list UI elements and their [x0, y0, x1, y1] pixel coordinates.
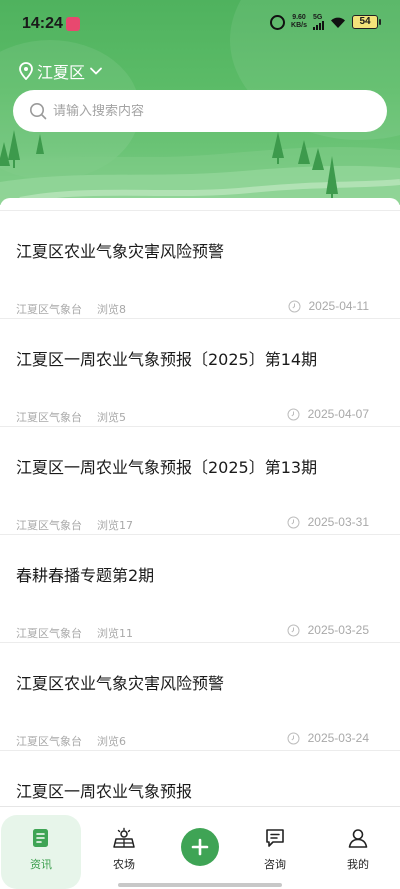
wifi-icon: [331, 17, 345, 28]
list-item[interactable]: 江夏区农业气象灾害风险预警 江夏区气象台 浏览8 2025-04-11: [0, 210, 400, 318]
landscape-illustration: [0, 130, 400, 205]
list-item[interactable]: 江夏区一周农业气象预报〔2025〕第13期 江夏区气象台 浏览17 2025-0…: [0, 426, 400, 534]
clock-icon: [287, 516, 300, 528]
tab-label: 资讯: [30, 858, 52, 871]
date-text: 2025-03-25: [307, 623, 369, 637]
clock-icon: [287, 732, 300, 744]
location-pin-icon: [19, 62, 33, 80]
list-item[interactable]: 江夏区农业气象灾害风险预警 江夏区气象台 浏览6 2025-03-24: [0, 642, 400, 750]
add-button[interactable]: [181, 828, 219, 866]
date-text: 2025-04-07: [307, 407, 369, 421]
header-banner: 14:24 9.60 KB/s 5G 54 江夏区: [0, 0, 400, 205]
farm-icon: [113, 827, 135, 848]
tab-consult[interactable]: 咨询: [235, 807, 315, 882]
article-source: 江夏区气象台: [16, 411, 82, 424]
status-bar: 14:24 9.60 KB/s 5G 54: [0, 0, 400, 48]
tab-news[interactable]: 资讯: [1, 815, 81, 889]
article-date: 2025-03-24: [287, 731, 369, 745]
article-source: 江夏区气象台: [16, 735, 82, 748]
article-source: 江夏区气象台: [16, 519, 82, 532]
signal-icon: 5G: [313, 14, 324, 30]
home-indicator: [118, 883, 282, 887]
tab-label: 我的: [347, 858, 369, 871]
tab-label: 咨询: [264, 858, 286, 871]
list-item[interactable]: 春耕春播专题第2期 江夏区气象台 浏览11 2025-03-25: [0, 534, 400, 642]
article-date: 2025-04-07: [287, 407, 369, 421]
article-date: 2025-03-25: [287, 623, 369, 637]
signal-type: 5G: [313, 14, 323, 21]
chat-icon: [266, 829, 284, 847]
article-title: 江夏区一周农业气象预报: [16, 782, 193, 801]
tab-label: 农场: [113, 858, 135, 871]
user-icon: [348, 829, 368, 848]
article-date: 2025-03-31: [287, 515, 369, 529]
net-speed-value: 9.60: [292, 14, 306, 21]
app-notification-icon: [66, 17, 80, 31]
search-input[interactable]: [53, 103, 353, 119]
date-text: 2025-03-24: [307, 731, 369, 745]
alarm-icon: [270, 14, 286, 30]
battery-icon: 54: [352, 15, 381, 29]
search-icon: [30, 103, 47, 120]
net-speed: 9.60 KB/s: [291, 14, 307, 30]
date-text: 2025-04-11: [308, 299, 370, 313]
tab-mine[interactable]: 我的: [318, 807, 398, 882]
date-text: 2025-03-31: [307, 515, 369, 529]
article-title: 江夏区一周农业气象预报〔2025〕第14期: [16, 350, 318, 369]
article-source: 江夏区气象台: [16, 627, 82, 640]
article-date: 2025-04-11: [288, 299, 370, 313]
article-title: 江夏区农业气象灾害风险预警: [16, 242, 225, 261]
list-item[interactable]: 江夏区一周农业气象预报: [0, 750, 400, 804]
article-title: 江夏区一周农业气象预报〔2025〕第13期: [16, 458, 318, 477]
plus-icon: [191, 838, 209, 856]
bottom-tab-bar: 资讯 农场 咨询 我的: [0, 806, 400, 889]
article-views: 浏览11: [97, 627, 133, 640]
clock-icon: [288, 300, 300, 312]
tab-farm[interactable]: 农场: [84, 807, 164, 882]
clock-icon: [287, 408, 300, 420]
article-views: 浏览8: [97, 303, 126, 316]
net-speed-unit: KB/s: [291, 22, 307, 29]
article-views: 浏览17: [97, 519, 133, 532]
article-views: 浏览6: [97, 735, 126, 748]
list-item[interactable]: 江夏区一周农业气象预报〔2025〕第14期 江夏区气象台 浏览5 2025-04…: [0, 318, 400, 426]
status-icons: 9.60 KB/s 5G 54: [270, 14, 381, 30]
status-time: 14:24: [22, 15, 63, 32]
clock-icon: [287, 624, 300, 636]
news-icon: [33, 829, 48, 847]
location-name: 江夏区: [37, 63, 86, 82]
chevron-down-icon: [90, 67, 102, 75]
article-list: 江夏区农业气象灾害风险预警 江夏区气象台 浏览8 2025-04-11 江夏区一…: [0, 198, 400, 804]
article-title: 江夏区农业气象灾害风险预警: [16, 674, 225, 693]
article-source: 江夏区气象台: [16, 303, 82, 316]
location-selector[interactable]: 江夏区: [19, 59, 103, 83]
article-views: 浏览5: [97, 411, 126, 424]
article-title: 春耕春播专题第2期: [16, 566, 155, 585]
